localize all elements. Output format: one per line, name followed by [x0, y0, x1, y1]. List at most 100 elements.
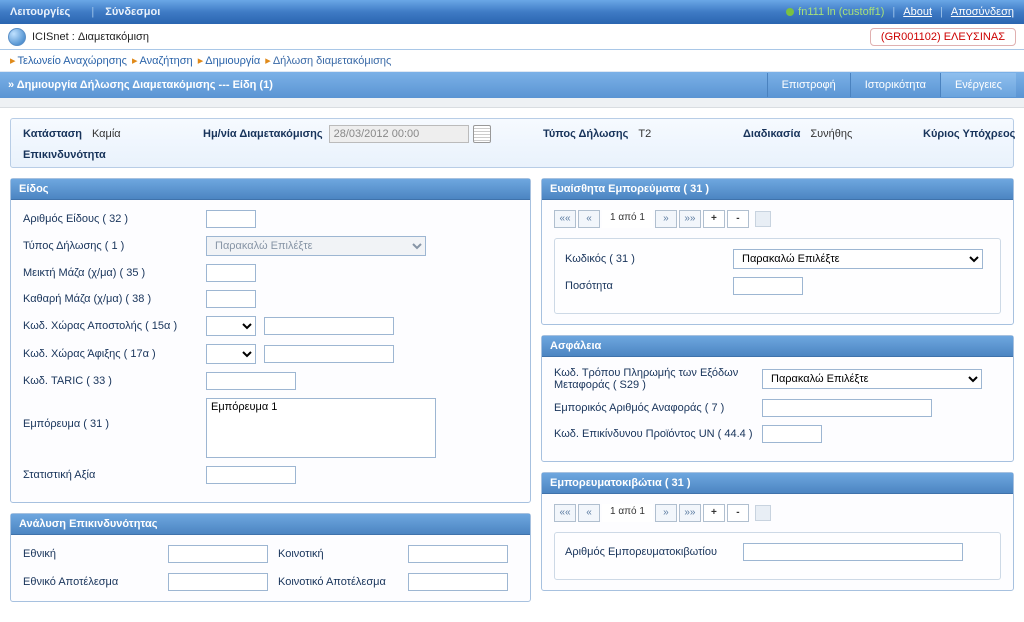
safety-ref-input[interactable] — [762, 399, 932, 417]
safety-ref-label: Εμπορικός Αριθμός Αναφοράς ( 7 ) — [554, 402, 754, 414]
pager-first[interactable]: «« — [554, 504, 576, 522]
procedure-label: Διαδικασία Συνήθης — [743, 128, 923, 140]
panel-risk: Ανάλυση Επικινδυνότητας Εθνική Κοινοτική… — [10, 513, 531, 602]
type-value: T2 — [638, 128, 651, 140]
goods-textarea[interactable] — [206, 398, 436, 458]
crumb-3: Δήλωση διαμετακόμισης — [273, 55, 392, 67]
risk-community-result-label: Κοινοτικό Αποτέλεσμα — [278, 576, 408, 588]
gross-input[interactable] — [206, 264, 256, 282]
location-badge: (GR001102) ΕΛΕΥΣΙΝΑΣ — [870, 28, 1016, 46]
pager-remove[interactable]: - — [727, 504, 749, 522]
page-title: » Δημιουργία Δήλωσης Διαμετακόμισης --- … — [8, 79, 273, 91]
dispatch-select[interactable] — [206, 316, 256, 336]
calendar-icon[interactable] — [473, 125, 491, 143]
risk-community-label: Κοινοτική — [278, 548, 408, 560]
dispatch-label: Κωδ. Χώρας Αποστολής ( 15α ) — [23, 320, 198, 332]
pager-next[interactable]: » — [655, 504, 677, 522]
date-input[interactable] — [329, 125, 469, 143]
about-link[interactable]: About — [903, 6, 932, 18]
item-no-label: Αριθμός Είδους ( 32 ) — [23, 213, 198, 225]
panel-sensitive-header: Ευαίσθητα Εμπορεύματα ( 31 ) — [542, 179, 1013, 200]
title-row: ICISnet : Διαμετακόμιση (GR001102) ΕΛΕΥΣ… — [0, 24, 1024, 50]
page-bar: » Δημιουργία Δήλωσης Διαμετακόμισης --- … — [0, 72, 1024, 98]
risk-community-input[interactable] — [408, 545, 508, 563]
action-menu[interactable]: Ενέργειες — [940, 73, 1016, 97]
sensitive-pager: «« « 1 από 1 » »» + - — [554, 210, 1001, 228]
logout-link[interactable]: Αποσύνδεση — [951, 6, 1014, 18]
pager-first[interactable]: «« — [554, 210, 576, 228]
crumb-2[interactable]: Δημιουργία — [205, 55, 260, 67]
decl-type-label: Τύπος Δήλωσης ( 1 ) — [23, 240, 198, 252]
sensitive-qty-input[interactable] — [733, 277, 803, 295]
net-label: Καθαρή Μάζα (χ/μα) ( 38 ) — [23, 293, 198, 305]
pager-remove[interactable]: - — [727, 210, 749, 228]
pager-prev[interactable]: « — [578, 504, 600, 522]
taric-input[interactable] — [206, 372, 296, 390]
sensitive-code-label: Κωδικός ( 31 ) — [565, 253, 725, 265]
sensitive-qty-label: Ποσότητα — [565, 280, 725, 292]
container-number-label: Αριθμός Εμπορευματοκιβωτίου — [565, 546, 735, 558]
status-label: Κατάσταση Καμία — [23, 128, 203, 140]
nav-links[interactable]: Σύνδεσμοι — [105, 6, 160, 18]
panel-safety: Ασφάλεια Κωδ. Τρόπου Πληρωμής των Εξόδων… — [541, 335, 1014, 462]
net-input[interactable] — [206, 290, 256, 308]
stat-label: Στατιστική Αξία — [23, 469, 198, 481]
panel-risk-header: Ανάλυση Επικινδυνότητας — [11, 514, 530, 535]
pager-last[interactable]: »» — [679, 210, 701, 228]
panel-species: Είδος Αριθμός Είδους ( 32 ) Τύπος Δήλωση… — [10, 178, 531, 503]
container-number-input[interactable] — [743, 543, 963, 561]
principal-label: Κύριος Υπόχρεος — [923, 128, 1024, 140]
pager-last[interactable]: »» — [679, 504, 701, 522]
pager-prev[interactable]: « — [578, 210, 600, 228]
pager-next[interactable]: » — [655, 210, 677, 228]
containers-pager: «« « 1 από 1 » »» + - — [554, 504, 1001, 522]
risk-national-input[interactable] — [168, 545, 268, 563]
item-no-input[interactable] — [206, 210, 256, 228]
pager-add[interactable]: + — [703, 504, 725, 522]
nav-functions[interactable]: Λειτουργίες — [10, 6, 70, 18]
action-history[interactable]: Ιστορικότητα — [850, 73, 940, 97]
procedure-value: Συνήθης — [810, 128, 852, 140]
panel-species-header: Είδος — [11, 179, 530, 200]
globe-icon — [8, 28, 26, 46]
pager-grid-icon[interactable] — [755, 211, 771, 227]
app-title: ICISnet : Διαμετακόμιση — [32, 31, 149, 43]
sensitive-code-select[interactable]: Παρακαλώ Επιλέξτε — [733, 249, 983, 269]
risk-label-row: Επικινδυνότητα — [23, 149, 203, 161]
gross-label: Μεικτή Μάζα (χ/μα) ( 35 ) — [23, 267, 198, 279]
type-label: Τύπος Δήλωσης T2 — [543, 128, 743, 140]
crumb-0[interactable]: Τελωνείο Αναχώρησης — [18, 55, 127, 67]
pager-add[interactable]: + — [703, 210, 725, 228]
crumb-1[interactable]: Αναζήτηση — [140, 55, 193, 67]
safety-un-label: Κωδ. Επικίνδυνου Προϊόντος UN ( 44.4 ) — [554, 428, 754, 440]
action-back[interactable]: Επιστροφή — [767, 73, 850, 97]
panel-containers: Εμπορευματοκιβώτια ( 31 ) «« « 1 από 1 »… — [541, 472, 1014, 591]
panel-safety-header: Ασφάλεια — [542, 336, 1013, 357]
arrival-input[interactable] — [264, 345, 394, 363]
user-name: fn111 ln (custoff1) — [798, 6, 884, 18]
pager-grid-icon[interactable] — [755, 505, 771, 521]
risk-national-result-input[interactable] — [168, 573, 268, 591]
user-status-icon — [786, 8, 794, 16]
safety-payment-label: Κωδ. Τρόπου Πληρωμής των Εξόδων Μεταφορά… — [554, 367, 754, 391]
panel-sensitive: Ευαίσθητα Εμπορεύματα ( 31 ) «« « 1 από … — [541, 178, 1014, 325]
risk-national-label: Εθνική — [23, 548, 168, 560]
risk-national-result-label: Εθνικό Αποτέλεσμα — [23, 576, 168, 588]
top-nav: Λειτουργίες | Σύνδεσμοι fn111 ln (custof… — [0, 0, 1024, 24]
goods-label: Εμπόρευμα ( 31 ) — [23, 398, 198, 430]
safety-un-input[interactable] — [762, 425, 822, 443]
pager-label: 1 από 1 — [602, 504, 653, 522]
decl-type-select[interactable]: Παρακαλώ Επιλέξτε — [206, 236, 426, 256]
stat-input[interactable] — [206, 466, 296, 484]
status-value: Καμία — [92, 128, 121, 140]
info-band: Κατάσταση Καμία Ημ/νία Διαμετακόμισης Τύ… — [10, 118, 1014, 168]
taric-label: Κωδ. TARIC ( 33 ) — [23, 375, 198, 387]
date-label: Ημ/νία Διαμετακόμισης — [203, 125, 543, 143]
panel-containers-header: Εμπορευματοκιβώτια ( 31 ) — [542, 473, 1013, 494]
pager-label: 1 από 1 — [602, 210, 653, 228]
risk-community-result-input[interactable] — [408, 573, 508, 591]
safety-payment-select[interactable]: Παρακαλώ Επιλέξτε — [762, 369, 982, 389]
dispatch-input[interactable] — [264, 317, 394, 335]
user-indicator: fn111 ln (custoff1) — [786, 6, 884, 18]
arrival-select[interactable] — [206, 344, 256, 364]
